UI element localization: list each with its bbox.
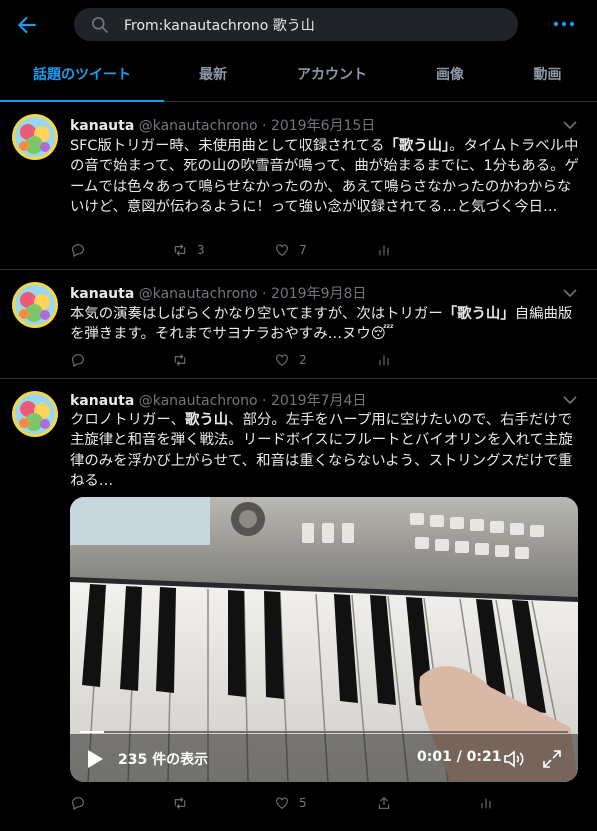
video-player[interactable]: 235 件の表示 0:01 / 0:21 — [70, 497, 578, 782]
chevron-down-icon[interactable] — [563, 395, 577, 405]
heart-icon — [276, 797, 288, 809]
share-button[interactable] — [376, 791, 401, 815]
video-controls: 235 件の表示 0:01 / 0:21 — [70, 731, 578, 782]
analytics-icon — [481, 798, 491, 809]
retweet-count: 3 — [197, 243, 205, 257]
analytics-icon — [379, 355, 389, 366]
tab-accounts[interactable]: アカウント — [262, 52, 402, 101]
tweet-header: kanauta @kanautachrono · 2019年7月4日 — [70, 390, 366, 410]
tweet-text-part: 本気の演奏はしばらくかなり空いてますが、次はトリガー — [70, 306, 443, 322]
tweet-text: クロノトリガー、歌う山、部分。左手をハープ用に空けたいので、右手だけで主旋律と和… — [70, 410, 580, 491]
video-time: 0:01 / 0:21 — [417, 749, 502, 765]
user-handle[interactable]: @kanautachrono — [139, 393, 258, 409]
volume-icon[interactable] — [502, 747, 526, 771]
tweet-highlight: 「歌う山」 — [384, 138, 450, 154]
search-query[interactable]: From:kanautachrono 歌う山 — [124, 15, 315, 35]
video-progress-track[interactable] — [80, 731, 568, 733]
tweet-actions: 5 — [70, 791, 580, 815]
avatar[interactable] — [12, 391, 58, 437]
tweet-separator: · — [262, 118, 267, 134]
tab-label: アカウント — [297, 67, 367, 83]
analytics-icon — [379, 245, 389, 256]
tweet-text: 本気の演奏はしばらくかなり空いてますが、次はトリガー「歌う山」自編曲版を弾きます… — [70, 304, 580, 345]
tab-label: 動画 — [533, 67, 562, 83]
top-bar: From:kanautachrono 歌う山 — [0, 0, 597, 52]
tweet[interactable]: kanauta @kanautachrono · 2019年9月8日 本気の演奏… — [0, 270, 597, 379]
tab-latest[interactable]: 最新 — [164, 52, 262, 101]
tweet-highlight: 歌う山 — [184, 412, 229, 428]
like-button[interactable]: 2 — [274, 348, 307, 372]
tab-label: 最新 — [199, 67, 227, 83]
tweet-date[interactable]: 2019年6月15日 — [271, 118, 375, 134]
share-icon — [378, 796, 390, 809]
tweet-separator: · — [262, 286, 267, 302]
back-arrow-icon[interactable] — [14, 12, 40, 38]
tweet-actions: 2 — [70, 348, 580, 372]
reply-icon — [72, 244, 84, 257]
retweet-icon — [174, 244, 186, 256]
reply-button[interactable] — [70, 348, 95, 372]
like-count: 7 — [299, 243, 307, 257]
video-progress-fill — [80, 731, 105, 733]
tweet-header: kanauta @kanautachrono · 2019年9月8日 — [70, 283, 366, 303]
retweet-icon — [174, 797, 186, 809]
analytics-button[interactable] — [376, 348, 401, 372]
reply-icon — [72, 797, 84, 810]
user-handle[interactable]: @kanautachrono — [139, 118, 258, 134]
tweet-date[interactable]: 2019年9月8日 — [271, 286, 366, 302]
avatar[interactable] — [12, 282, 58, 328]
like-count: 5 — [299, 796, 307, 810]
tweet-date[interactable]: 2019年7月4日 — [271, 393, 366, 409]
display-name[interactable]: kanauta — [70, 286, 134, 302]
tweet-highlight: 「歌う山」 — [442, 306, 515, 322]
tab-label: 画像 — [436, 67, 464, 83]
search-tabs: 話題のツイート 最新 アカウント 画像 動画 — [0, 52, 597, 102]
search-input[interactable]: From:kanautachrono 歌う山 — [74, 8, 518, 41]
like-button[interactable]: 5 — [274, 791, 307, 815]
avatar[interactable] — [12, 114, 58, 160]
heart-icon — [276, 244, 288, 256]
tweet[interactable]: kanauta @kanautachrono · 2019年6月15日 SFC版… — [0, 102, 597, 270]
heart-icon — [276, 354, 288, 366]
more-options-icon[interactable] — [552, 14, 576, 34]
tab-label: 話題のツイート — [33, 67, 131, 83]
tab-photos[interactable]: 画像 — [402, 52, 498, 101]
user-handle[interactable]: @kanautachrono — [139, 286, 258, 302]
chevron-down-icon[interactable] — [563, 120, 577, 130]
tab-top[interactable]: 話題のツイート — [0, 52, 164, 102]
fullscreen-icon[interactable] — [541, 748, 563, 770]
analytics-button[interactable] — [478, 791, 503, 815]
reply-button[interactable] — [70, 791, 95, 815]
tab-videos[interactable]: 動画 — [498, 52, 597, 101]
display-name[interactable]: kanauta — [70, 118, 134, 134]
view-count: 235 件の表示 — [118, 752, 209, 768]
tweet-actions: 3 7 — [70, 238, 580, 262]
like-button[interactable]: 7 — [274, 238, 307, 262]
tweet-text-part: クロノトリガー、 — [70, 412, 185, 428]
reply-icon — [72, 354, 84, 367]
chevron-down-icon[interactable] — [563, 288, 577, 298]
retweet-button[interactable] — [172, 348, 197, 372]
tweet-text-part: SFC版トリガー時、未使用曲として収録されてる — [70, 138, 385, 154]
tweet-header: kanauta @kanautachrono · 2019年6月15日 — [70, 115, 375, 135]
reply-button[interactable] — [70, 238, 95, 262]
like-count: 2 — [299, 353, 307, 367]
search-icon — [92, 17, 109, 34]
tweet-separator: · — [262, 393, 267, 409]
retweet-button[interactable]: 3 — [172, 238, 205, 262]
play-icon[interactable] — [86, 749, 104, 769]
tweet-text: SFC版トリガー時、未使用曲として収録されてる「歌う山」。タイムトラベル中の音で… — [70, 136, 580, 217]
retweet-button[interactable] — [172, 791, 197, 815]
display-name[interactable]: kanauta — [70, 393, 134, 409]
analytics-button[interactable] — [376, 238, 401, 262]
retweet-icon — [174, 354, 186, 366]
